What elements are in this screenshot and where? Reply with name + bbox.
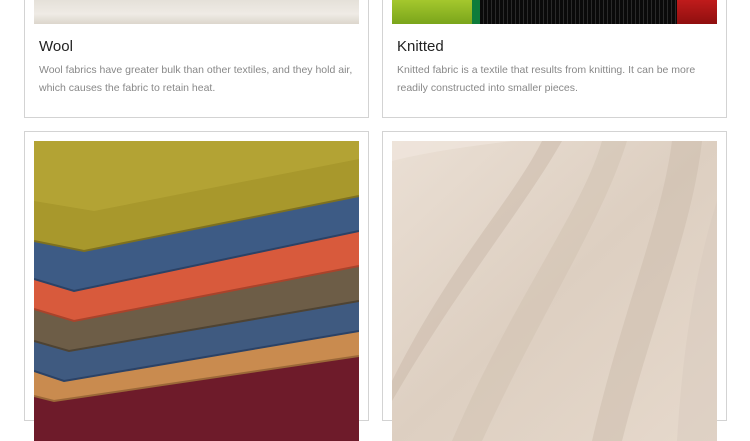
wool-title: Wool: [39, 38, 73, 55]
wool-description: Wool fabrics have greater bulk than othe…: [39, 64, 353, 94]
folded-fabric-stack-image: [34, 141, 359, 441]
folded-fabrics-card: [24, 131, 369, 441]
wool-card: Wool Wool fabrics have greater bulk than…: [24, 0, 369, 118]
knitted-description: Knitted fabric is a textile that results…: [397, 64, 696, 94]
draped-fabric-image: [392, 141, 717, 441]
draped-fabric-card: [382, 131, 727, 441]
knitted-title: Knitted: [397, 38, 444, 55]
knitted-fabric-image: [392, 0, 717, 24]
knitted-card: Knitted Knitted fabric is a textile that…: [382, 0, 727, 118]
wool-fabric-image: [34, 0, 359, 24]
